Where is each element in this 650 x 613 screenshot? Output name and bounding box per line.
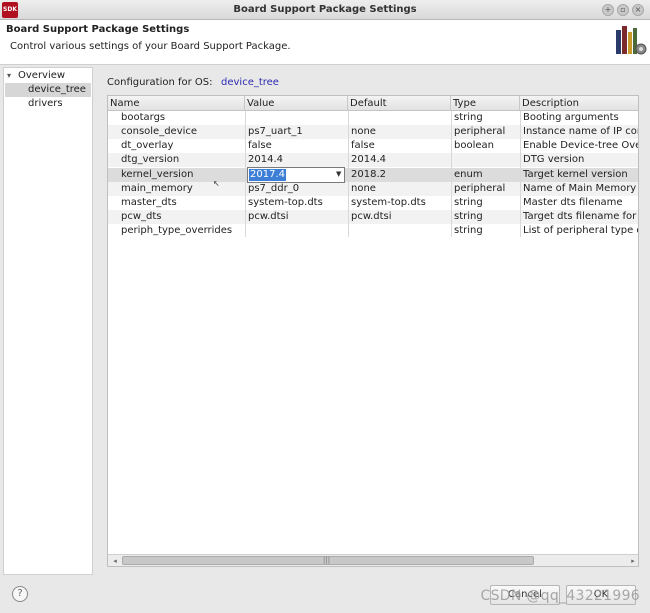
cell-value[interactable]: 2014.4 xyxy=(248,153,346,167)
cell-description: Target dts filename for PCV xyxy=(523,211,638,222)
scrollbar-thumb[interactable]: ||| xyxy=(122,556,534,565)
cell-name: dt_overlay xyxy=(121,140,174,151)
cell-default: none xyxy=(351,183,376,194)
cell-name: console_device xyxy=(121,126,198,137)
cell-type: boolean xyxy=(454,140,494,151)
cell-type: peripheral xyxy=(454,126,506,137)
column-header-name[interactable]: Name xyxy=(108,96,245,111)
column-divider xyxy=(451,111,452,237)
window-titlebar: SDK Board Support Package Settings + ▫ × xyxy=(0,0,650,20)
help-icon[interactable]: ? xyxy=(12,586,28,602)
books-settings-icon xyxy=(616,26,647,55)
table-row[interactable]: master_dts system-top.dts system-top.dts… xyxy=(108,196,638,210)
cell-name: main_memory xyxy=(121,183,193,194)
table-row[interactable]: periph_type_overrides string List of per… xyxy=(108,224,638,238)
table-row[interactable]: console_device ps7_uart_1 none periphera… xyxy=(108,125,638,139)
table-row-selected[interactable]: kernel_version 2018.2 enum Target kernel… xyxy=(108,168,638,182)
cell-default: none xyxy=(351,126,376,137)
tree-item-drivers[interactable]: drivers xyxy=(28,97,63,111)
bsp-navigation-tree: ▾ Overview device_tree drivers xyxy=(3,67,93,575)
cell-value[interactable]: ps7_uart_1 xyxy=(248,125,346,139)
cell-value[interactable]: false xyxy=(248,139,346,153)
column-divider xyxy=(348,111,349,237)
cell-name: pcw_dts xyxy=(121,211,162,222)
scroll-left-icon[interactable]: ◂ xyxy=(110,556,120,566)
maximize-button[interactable]: + xyxy=(602,4,614,16)
config-label: Configuration for OS: xyxy=(107,77,213,88)
cell-type: string xyxy=(454,225,483,236)
scroll-right-icon[interactable]: ▸ xyxy=(628,556,638,566)
cell-type xyxy=(454,153,518,167)
mouse-cursor-icon: ↖ xyxy=(213,179,220,188)
cell-type: peripheral xyxy=(454,183,506,194)
column-divider xyxy=(520,111,521,237)
cell-description: Name of Main Memory use xyxy=(523,183,638,194)
cell-value[interactable]: ps7_ddr_0 xyxy=(248,182,346,196)
table-row[interactable]: main_memory ps7_ddr_0 none peripheral Na… xyxy=(108,182,638,196)
cell-value[interactable]: pcw.dtsi xyxy=(248,210,346,224)
tree-item-overview[interactable]: Overview xyxy=(18,69,65,83)
cell-name: dtg_version xyxy=(121,154,180,165)
cell-name: periph_type_overrides xyxy=(121,225,233,236)
cell-name: master_dts xyxy=(121,197,177,208)
table-header: Name Value Default Type Description xyxy=(108,96,638,111)
cell-value[interactable] xyxy=(248,111,346,125)
column-divider xyxy=(245,111,246,237)
close-button[interactable]: × xyxy=(632,4,644,16)
header-title: Board Support Package Settings xyxy=(6,24,190,35)
table-row[interactable]: bootargs string Booting arguments xyxy=(108,111,638,125)
table-row[interactable]: dtg_version 2014.4 2014.4 DTG version xyxy=(108,153,638,167)
cell-type: string xyxy=(454,197,483,208)
cell-description: Target kernel version xyxy=(523,169,628,180)
cell-default: false xyxy=(351,140,375,151)
cell-default: pcw.dtsi xyxy=(351,211,392,222)
cell-description: Booting arguments xyxy=(523,112,619,123)
cell-description: Instance name of IP core f xyxy=(523,126,638,137)
expand-arrow-icon[interactable]: ▾ xyxy=(7,71,11,80)
cell-value[interactable]: system-top.dts xyxy=(248,196,346,210)
kernel-version-editor-text[interactable]: 2017.4 xyxy=(249,169,286,181)
cell-default: 2018.2 xyxy=(351,169,386,180)
cell-default xyxy=(351,224,449,238)
column-header-default[interactable]: Default xyxy=(348,96,451,111)
horizontal-scrollbar[interactable]: ◂ ||| ▸ xyxy=(108,554,638,566)
cell-description: Master dts filename xyxy=(523,197,623,208)
kernel-version-combo-editor[interactable]: 2017.4 ▼ xyxy=(247,167,345,183)
cell-default xyxy=(351,111,449,125)
cell-default: 2014.4 xyxy=(351,154,386,165)
table-row[interactable]: pcw_dts pcw.dtsi pcw.dtsi string Target … xyxy=(108,210,638,224)
column-header-type[interactable]: Type xyxy=(451,96,520,111)
tree-item-device-tree[interactable]: device_tree xyxy=(5,83,91,97)
dialog-header: Board Support Package Settings Control v… xyxy=(0,20,650,65)
cell-name: kernel_version xyxy=(121,169,194,180)
settings-table: Name Value Default Type Description boot… xyxy=(107,95,639,567)
cell-description: DTG version xyxy=(523,154,585,165)
cell-value[interactable] xyxy=(248,224,346,238)
csdn-watermark: CSDN @qq_43221996 xyxy=(480,588,640,604)
cell-name: bootargs xyxy=(121,112,166,123)
cell-type: string xyxy=(454,211,483,222)
restore-button[interactable]: ▫ xyxy=(617,4,629,16)
header-description: Control various settings of your Board S… xyxy=(10,41,291,52)
cell-type: enum xyxy=(454,169,483,180)
config-os-value: device_tree xyxy=(221,77,279,88)
cell-description: List of peripheral type ove xyxy=(523,225,638,236)
scrollbar-grip-icon: ||| xyxy=(323,556,331,564)
window-title: Board Support Package Settings xyxy=(233,4,417,15)
settings-panel: Configuration for OS: device_tree Name V… xyxy=(96,67,646,575)
dropdown-arrow-icon[interactable]: ▼ xyxy=(336,170,341,178)
cell-description: Enable Device-tree Overla xyxy=(523,140,638,151)
dialog-footer: ? Cancel OK CSDN @qq_43221996 xyxy=(0,577,650,613)
table-row[interactable]: dt_overlay false false boolean Enable De… xyxy=(108,139,638,153)
cell-default: system-top.dts xyxy=(351,197,426,208)
column-header-description[interactable]: Description xyxy=(520,96,638,111)
cell-type: string xyxy=(454,112,483,123)
column-header-value[interactable]: Value xyxy=(245,96,348,111)
